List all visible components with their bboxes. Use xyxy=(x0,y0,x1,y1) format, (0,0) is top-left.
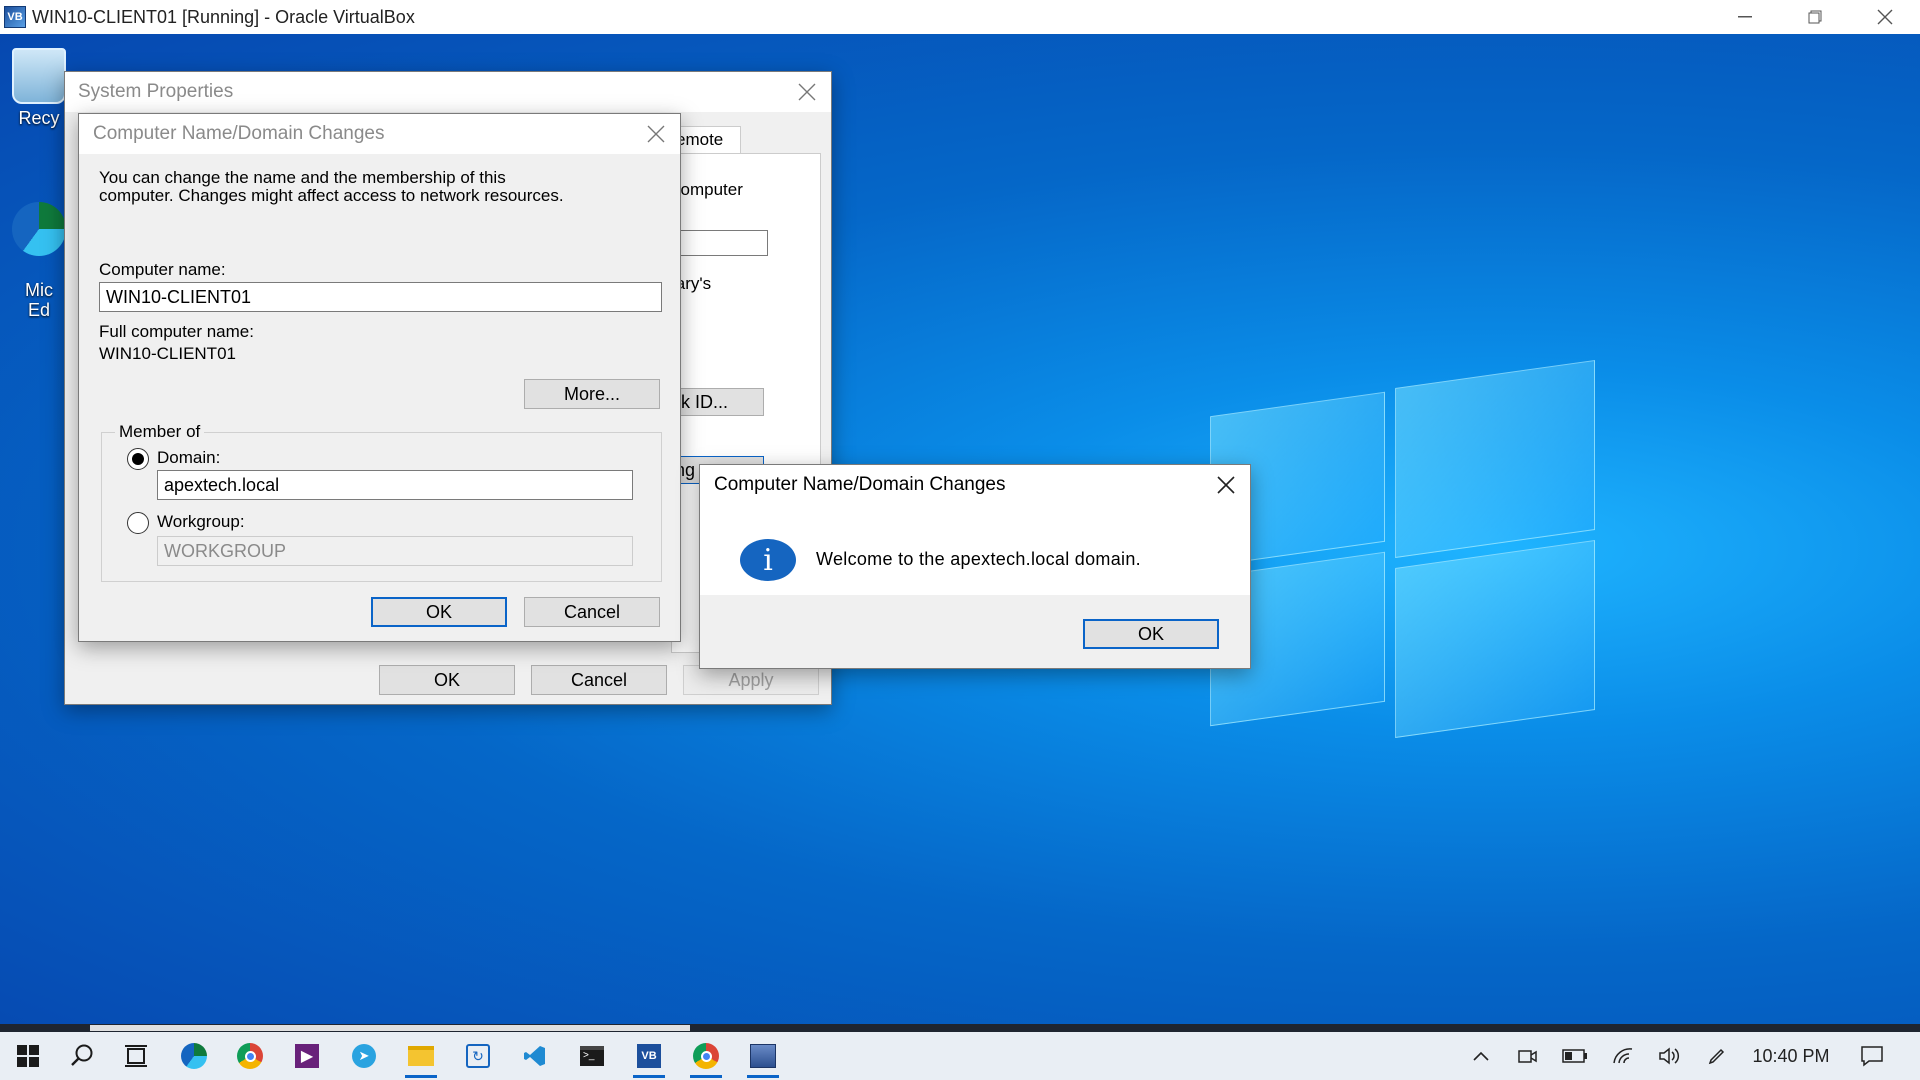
visual-studio-icon: ▶ xyxy=(295,1044,319,1068)
notification-center-button[interactable] xyxy=(1852,1036,1892,1076)
workgroup-label: Workgroup: xyxy=(157,512,245,531)
full-computer-name-value: WIN10-CLIENT01 xyxy=(99,344,236,363)
desktop-icon-label: Recy xyxy=(18,108,60,128)
taskbar-vscode[interactable] xyxy=(513,1036,557,1076)
computer-name-input[interactable]: WIN10-CLIENT01 xyxy=(99,282,662,312)
remote-desktop-icon: ↻ xyxy=(466,1044,490,1068)
dialog-title: Computer Name/Domain Changes xyxy=(93,123,385,144)
taskbar-remote-desktop[interactable]: ↻ xyxy=(456,1036,500,1076)
full-computer-name-label: Full computer name: xyxy=(99,322,254,341)
clock-time: 10:40 PM xyxy=(1752,1045,1830,1066)
computer-name-changes-dialog: Computer Name/Domain Changes You can cha… xyxy=(78,113,681,642)
restore-icon xyxy=(1808,10,1822,24)
ok-button[interactable]: OK xyxy=(379,665,515,695)
volume-icon xyxy=(1659,1047,1680,1065)
chevron-up-icon xyxy=(1473,1051,1489,1061)
cancel-button[interactable]: Cancel xyxy=(524,597,660,627)
member-of-label: Member of xyxy=(115,422,205,442)
dialog-title: Computer Name/Domain Changes xyxy=(714,474,1006,495)
taskbar-system-properties[interactable] xyxy=(741,1036,785,1078)
computer-name-label: Computer name: xyxy=(99,260,226,279)
domain-input[interactable]: apextech.local xyxy=(157,470,633,500)
cancel-button[interactable]: Cancel xyxy=(531,665,667,695)
taskbar-virtualbox[interactable]: VB xyxy=(627,1036,671,1078)
vscode-icon xyxy=(524,1046,545,1066)
file-explorer-icon xyxy=(408,1046,434,1066)
welcome-message: Welcome to the apextech.local domain. xyxy=(816,549,1141,569)
system-properties-titlebar: System Properties xyxy=(65,72,831,112)
recycle-bin-icon xyxy=(12,48,66,104)
taskbar-file-explorer[interactable] xyxy=(399,1036,443,1078)
workgroup-input[interactable]: WORKGROUP xyxy=(157,536,633,566)
start-icon xyxy=(17,1045,39,1067)
close-button[interactable] xyxy=(1850,0,1920,34)
minimize-icon xyxy=(1738,16,1752,18)
telegram-icon: ➤ xyxy=(352,1044,376,1068)
domain-label: Domain: xyxy=(157,448,221,467)
ok-button[interactable]: OK xyxy=(1083,619,1219,649)
info-icon: i xyxy=(740,539,796,581)
description-line-1: You can change the name and the membersh… xyxy=(99,168,506,187)
taskbar-terminal[interactable]: >_ xyxy=(570,1036,614,1076)
close-icon xyxy=(798,83,816,101)
ok-button[interactable]: OK xyxy=(371,597,507,627)
window-title: WIN10-CLIENT01 [Running] - Oracle Virtua… xyxy=(32,6,415,27)
chrome-icon xyxy=(237,1043,263,1069)
edge-icon xyxy=(181,1043,207,1069)
pen-icon xyxy=(1708,1048,1725,1065)
network-button[interactable] xyxy=(1608,1036,1638,1076)
restore-button[interactable] xyxy=(1780,0,1850,34)
computer-name-titlebar: Computer Name/Domain Changes xyxy=(79,114,680,154)
meet-now-button[interactable] xyxy=(1512,1036,1542,1076)
description-fragment: computer xyxy=(672,180,743,199)
dialog-title: System Properties xyxy=(78,81,234,102)
battery-icon xyxy=(1562,1049,1587,1063)
more-button[interactable]: More... xyxy=(524,379,660,409)
minimize-button[interactable] xyxy=(1710,0,1780,34)
wifi-icon xyxy=(1613,1048,1633,1064)
domain-radio[interactable] xyxy=(127,448,149,470)
chrome-profile-icon xyxy=(693,1043,719,1069)
virtualbox-icon: VB xyxy=(4,6,26,28)
terminal-icon: >_ xyxy=(580,1046,604,1066)
volume-button[interactable] xyxy=(1654,1036,1684,1076)
tab-remote[interactable]: emote xyxy=(671,126,741,154)
taskbar-chrome[interactable] xyxy=(228,1036,272,1076)
search-icon xyxy=(71,1044,93,1066)
system-properties-icon xyxy=(750,1044,776,1068)
taskbar-chrome-profile[interactable] xyxy=(684,1036,728,1078)
meet-now-icon xyxy=(1518,1050,1537,1063)
task-view-icon xyxy=(125,1045,147,1067)
apply-button[interactable]: Apply xyxy=(683,665,819,695)
task-view-button[interactable] xyxy=(114,1036,158,1076)
taskbar-telegram[interactable]: ➤ xyxy=(342,1036,386,1076)
start-button[interactable] xyxy=(6,1036,50,1076)
clock[interactable]: 10:40 PM xyxy=(1748,1036,1834,1076)
notification-icon xyxy=(1861,1046,1883,1067)
taskbar-edge[interactable] xyxy=(172,1036,216,1076)
description-line-2: computer. Changes might affect access to… xyxy=(99,186,564,205)
show-hidden-icons-button[interactable] xyxy=(1466,1036,1496,1076)
scrollbar-thumb[interactable] xyxy=(90,1025,690,1031)
welcome-dialog: Computer Name/Domain Changes i Welcome t… xyxy=(699,464,1251,669)
computer-description-input[interactable] xyxy=(672,230,768,256)
virtualbox-titlebar: VB WIN10-CLIENT01 [Running] - Oracle Vir… xyxy=(0,0,1920,34)
close-button[interactable] xyxy=(795,80,819,104)
search-button[interactable] xyxy=(60,1036,104,1076)
pen-menu-button[interactable] xyxy=(1702,1036,1732,1076)
close-button[interactable] xyxy=(1214,473,1238,497)
close-icon xyxy=(1217,476,1235,494)
desktop-icon-label: Mic Ed xyxy=(25,280,53,320)
taskbar-visual-studio[interactable]: ▶ xyxy=(285,1036,329,1076)
close-icon xyxy=(1877,9,1893,25)
button-bar: OK xyxy=(700,595,1250,668)
virtualbox-icon: VB xyxy=(637,1044,661,1068)
network-id-button[interactable]: rk ID... xyxy=(672,388,764,416)
battery-button[interactable] xyxy=(1558,1036,1592,1076)
welcome-titlebar: Computer Name/Domain Changes xyxy=(700,465,1250,505)
workgroup-radio[interactable] xyxy=(127,512,149,534)
close-button[interactable] xyxy=(644,122,668,146)
edge-icon xyxy=(12,202,66,256)
close-icon xyxy=(647,125,665,143)
